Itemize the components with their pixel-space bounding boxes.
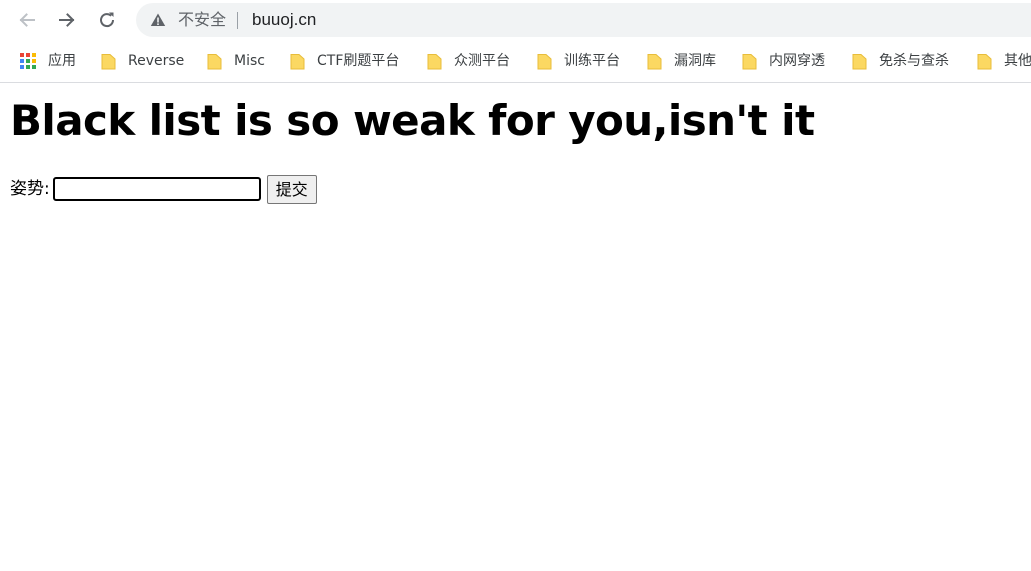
url-separator [237,12,238,29]
page-title: Black list is so weak for you,isn't it [10,96,815,145]
bookmark-label: 免杀与查杀 [879,53,949,69]
page-content: Black list is so weak for you,isn't it 姿… [0,83,1031,571]
bookmark-misc[interactable]: Misc [207,50,265,72]
bookmark-label: 训练平台 [564,53,620,69]
bookmark-label: CTF刷题平台 [317,53,400,69]
address-bar[interactable]: 不安全 buuoj.cn [136,3,1031,37]
security-status-label[interactable]: 不安全 [178,10,226,30]
browser-toolbar: 不安全 buuoj.cn [0,0,1031,40]
bookmark-training[interactable]: 训练平台 [537,50,620,72]
bookmark-vuln-db[interactable]: 漏洞库 [647,50,716,72]
back-arrow-icon [19,13,35,27]
bookmarks-bar: 应用 Reverse Misc CTF刷题平台 众测平台 训练平台 漏洞库 内网… [0,40,1031,83]
url-text[interactable]: buuoj.cn [252,10,316,30]
folder-icon [852,53,867,69]
injection-form: 姿势: 提交 [10,174,317,204]
bookmark-label: 应用 [48,53,76,69]
folder-icon [977,53,992,69]
bookmark-label: 内网穿透 [769,53,825,69]
bookmark-other[interactable]: 其他 [977,50,1031,72]
back-button[interactable] [13,6,41,34]
reload-button[interactable] [93,6,121,34]
apps-grid-icon [20,53,36,69]
folder-icon [647,53,662,69]
submit-button[interactable]: 提交 [266,174,317,204]
bookmark-label: Misc [234,53,265,69]
bookmark-label: 漏洞库 [674,53,716,69]
folder-icon [427,53,442,69]
bookmark-reverse[interactable]: Reverse [101,50,184,72]
reload-icon [100,12,115,28]
forward-arrow-icon [59,13,75,27]
warning-icon[interactable] [150,12,166,28]
forward-button[interactable] [53,6,81,34]
folder-icon [101,53,116,69]
folder-icon [207,53,222,69]
bookmark-label: 众测平台 [454,53,510,69]
bookmark-apps[interactable]: 应用 [20,50,76,72]
folder-icon [537,53,552,69]
bookmark-label: 其他 [1004,53,1031,69]
input-label: 姿势: [10,179,50,199]
payload-input[interactable] [52,177,261,201]
bookmark-av-evasion[interactable]: 免杀与查杀 [852,50,949,72]
bookmark-crowdtest[interactable]: 众测平台 [427,50,510,72]
folder-icon [742,53,757,69]
bookmark-ctf-platform[interactable]: CTF刷题平台 [290,50,399,72]
folder-icon [290,53,305,69]
bookmark-intranet[interactable]: 内网穿透 [742,50,825,72]
bookmark-label: Reverse [128,53,185,69]
